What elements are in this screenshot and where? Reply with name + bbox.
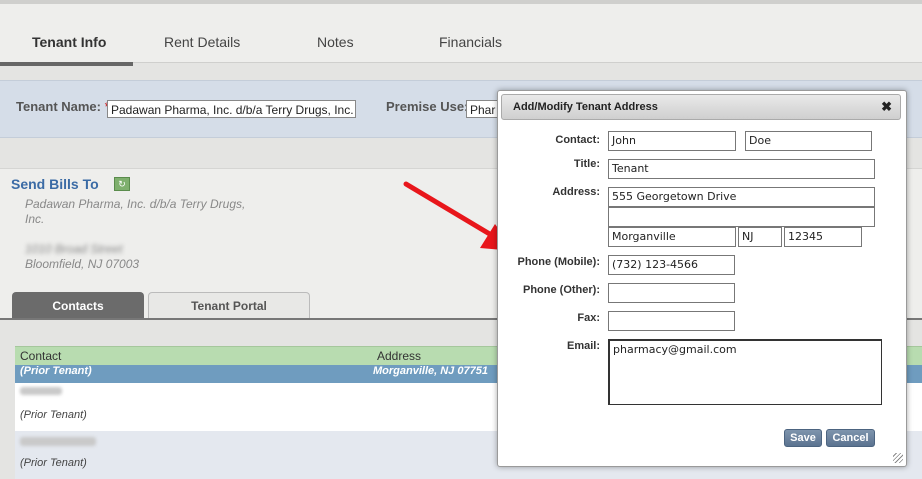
phone-other-label: Phone (Other): xyxy=(523,284,600,296)
contact-label: Contact: xyxy=(555,134,600,146)
dialog-titlebar[interactable]: Add/Modify Tenant Address ✖ xyxy=(501,94,901,120)
state-input[interactable]: NJ xyxy=(738,227,782,247)
address1-input[interactable]: 555 Georgetown Drive xyxy=(608,187,875,207)
title-label: Title: xyxy=(573,158,600,170)
cancel-button[interactable]: Cancel xyxy=(826,429,875,447)
address-dialog: Add/Modify Tenant Address ✖ Contact: Joh… xyxy=(497,90,907,467)
email-textarea[interactable]: pharmacy@gmail.com xyxy=(608,339,882,405)
address-label: Address: xyxy=(552,186,600,198)
dialog-title: Add/Modify Tenant Address xyxy=(513,101,658,113)
save-button[interactable]: Save xyxy=(784,429,822,447)
title-input[interactable]: Tenant xyxy=(608,159,875,179)
zip-input[interactable]: 12345 xyxy=(784,227,862,247)
resize-grip-icon[interactable] xyxy=(893,453,903,463)
phone-mobile-label: Phone (Mobile): xyxy=(517,256,601,268)
fax-input[interactable] xyxy=(608,311,735,331)
email-label: Email: xyxy=(566,340,600,352)
address2-input[interactable] xyxy=(608,207,875,227)
arrow-shaft xyxy=(403,181,496,239)
phone-other-input[interactable] xyxy=(608,283,735,303)
last-name-input[interactable]: Doe xyxy=(745,131,872,151)
first-name-input[interactable]: John xyxy=(608,131,736,151)
city-input[interactable]: Morganville xyxy=(608,227,736,247)
close-icon[interactable]: ✖ xyxy=(881,99,892,115)
fax-label: Fax: xyxy=(577,312,600,324)
phone-mobile-input[interactable]: (732) 123-4566 xyxy=(608,255,735,275)
